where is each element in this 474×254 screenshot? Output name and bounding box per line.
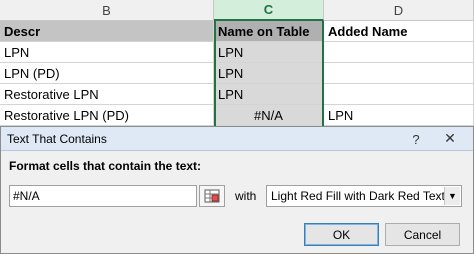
dialog-title: Text That Contains [7,131,107,146]
table-row-cell[interactable]: LPN [0,42,214,63]
text-that-contains-dialog: Text That Contains ? ✕ Format cells that… [0,126,474,254]
table-row-cell[interactable]: LPN (PD) [0,63,214,84]
range-picker-button[interactable] [199,185,225,207]
table-row-cell[interactable]: #N/A [214,105,324,126]
table-row-cell[interactable]: Restorative LPN (PD) [0,105,214,126]
table-row-cell[interactable] [324,84,474,105]
cell-c-name-on-table-header[interactable]: Name on Table [214,21,324,42]
table-row-cell[interactable]: Restorative LPN [0,84,214,105]
column-header-c[interactable]: C [214,0,324,21]
table-row-cell[interactable]: LPN [214,63,324,84]
range-picker-icon [204,189,220,203]
help-button[interactable]: ? [405,130,427,148]
ok-button[interactable]: OK [304,223,379,246]
table-row-cell[interactable] [324,63,474,84]
dialog-title-bar[interactable]: Text That Contains [1,127,473,151]
cell-b-descr-header[interactable]: Descr [0,21,214,42]
contains-text-input[interactable] [9,185,197,207]
table-row-cell[interactable]: LPN [214,84,324,105]
format-style-value: Light Red Fill with Dark Red Text [271,189,445,203]
table-row-cell[interactable]: LPN [324,105,474,126]
with-label: with [235,189,257,203]
cell-d-added-name-header[interactable]: Added Name [324,21,474,42]
spreadsheet-grid: B C D Descr Name on Table Added Name LPN… [0,0,474,126]
format-style-dropdown[interactable]: Light Red Fill with Dark Red Text ▼ [266,185,462,207]
table-row-cell[interactable] [324,42,474,63]
chevron-down-icon[interactable]: ▼ [444,187,460,205]
column-header-d[interactable]: D [324,0,474,21]
dialog-prompt: Format cells that contain the text: [9,159,202,173]
table-row-cell[interactable]: LPN [214,42,324,63]
cancel-button[interactable]: Cancel [385,223,460,246]
close-button[interactable]: ✕ [431,129,469,148]
column-header-b[interactable]: B [0,0,214,21]
